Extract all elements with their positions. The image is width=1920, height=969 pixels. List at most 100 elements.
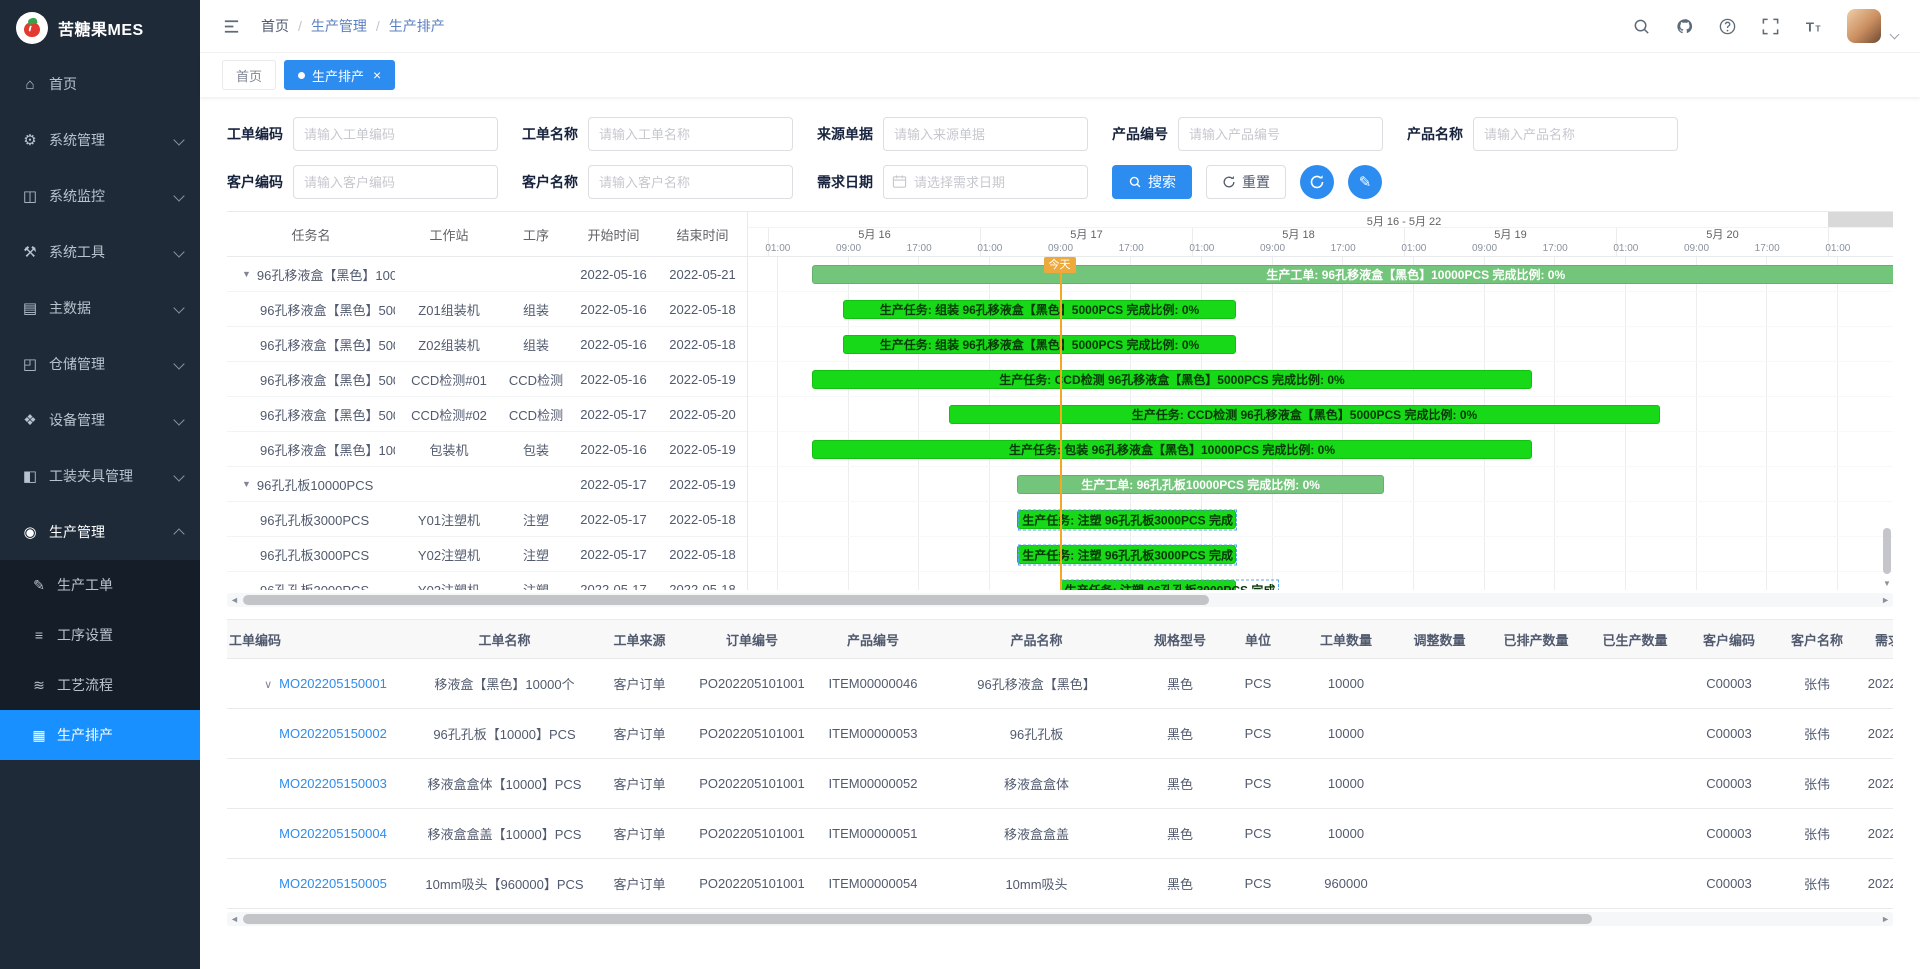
product-no-input[interactable] xyxy=(1178,117,1383,151)
task-bar[interactable]: 生产任务: 组装 96孔移液盒【黑色】5000PCS 完成比例: 0% xyxy=(843,300,1235,319)
sidebar-item-master-data[interactable]: ▤主数据 xyxy=(0,280,200,336)
tab-scheduling[interactable]: 生产排产 × xyxy=(284,60,395,90)
filter-label: 产品名称 xyxy=(1407,124,1463,144)
edit-button[interactable]: ✎ xyxy=(1348,165,1382,199)
sidebar-item-home[interactable]: ⌂首页 xyxy=(0,56,200,112)
breadcrumb-production[interactable]: 生产管理 xyxy=(311,16,367,36)
order-name-input[interactable] xyxy=(588,117,793,151)
table-row[interactable]: MO20220515000510mm吸头【960000】PCS客户订单PO202… xyxy=(227,859,1893,909)
gantt-task-row[interactable]: ▼96孔孔板10000PCS2022-05-172022-05-19 xyxy=(227,467,747,502)
demand-date-input[interactable] xyxy=(883,165,1088,199)
collapse-menu-icon[interactable] xyxy=(222,17,241,36)
sidebar-item-equipment[interactable]: ❖设备管理 xyxy=(0,392,200,448)
search-button[interactable]: 搜索 xyxy=(1112,165,1192,199)
order-code-link[interactable]: MO202205150005 xyxy=(279,876,387,891)
customer-name-cell: 张伟 xyxy=(1773,759,1861,809)
product-name-input[interactable] xyxy=(1473,117,1678,151)
order-code-link[interactable]: MO202205150003 xyxy=(279,776,387,791)
breadcrumb-home[interactable]: 首页 xyxy=(261,16,289,36)
workorder-bar[interactable]: 生产工单: 96孔移液盒【黑色】10000PCS 完成比例: 0% xyxy=(812,265,1893,284)
scrollbar-thumb[interactable] xyxy=(243,595,1209,605)
app-logo[interactable]: 苦糖果MES xyxy=(0,0,200,56)
github-icon[interactable] xyxy=(1675,17,1694,36)
scroll-down-icon[interactable]: ▼ xyxy=(1882,579,1892,588)
customer-code-input[interactable] xyxy=(293,165,498,199)
orders-horizontal-scrollbar[interactable]: ◄ ► xyxy=(227,912,1893,926)
gantt-timeline-row: 生产任务: CCD检测 96孔移液盒【黑色】5000PCS 完成比例: 0% xyxy=(748,362,1893,397)
sidebar-item-production[interactable]: ◉生产管理 xyxy=(0,504,200,560)
timeline-hour-label: 01:00 xyxy=(1825,243,1850,254)
gantt-task-row[interactable]: 96孔移液盒【黑色】10000PCS包装机包装2022-05-162022-05… xyxy=(227,432,747,467)
task-bar[interactable]: 生产任务: 注塑 96孔孔板3000PCS 完成 xyxy=(1060,580,1236,590)
sidebar-item-work-order[interactable]: ✎生产工单 xyxy=(0,560,200,610)
filter-label: 需求日期 xyxy=(817,172,873,192)
scrollbar-thumb[interactable] xyxy=(243,914,1592,924)
reset-button-label: 重置 xyxy=(1242,172,1270,192)
close-icon[interactable]: × xyxy=(373,68,381,82)
chevron-down-icon[interactable]: ▼ xyxy=(242,479,251,489)
gantt-task-row[interactable]: 96孔移液盒【黑色】5000PCSCCD检测#01CCD检测2022-05-16… xyxy=(227,362,747,397)
order-code-input[interactable] xyxy=(293,117,498,151)
chevron-down-icon[interactable]: ∨ xyxy=(257,678,279,691)
sidebar-item-process-flow[interactable]: ≋工艺流程 xyxy=(0,660,200,710)
sidebar-item-system-tools[interactable]: ⚒系统工具 xyxy=(0,224,200,280)
task-bar[interactable]: 生产任务: CCD检测 96孔移液盒【黑色】5000PCS 完成比例: 0% xyxy=(812,370,1533,389)
fullscreen-icon[interactable] xyxy=(1761,17,1780,36)
source-doc-input[interactable] xyxy=(883,117,1088,151)
task-bar[interactable]: 生产任务: 组装 96孔移液盒【黑色】5000PCS 完成比例: 0% xyxy=(843,335,1235,354)
task-bar[interactable]: 生产任务: 包装 96孔移液盒【黑色】10000PCS 完成比例: 0% xyxy=(812,440,1533,459)
gantt-task-row[interactable]: 96孔移液盒【黑色】5000PCSZ01组装机组装2022-05-162022-… xyxy=(227,292,747,327)
sidebar-item-process-settings[interactable]: ≡工序设置 xyxy=(0,610,200,660)
order-code-link[interactable]: MO202205150004 xyxy=(279,826,387,841)
table-row[interactable]: MO20220515000296孔孔板【10000】PCS客户订单PO20220… xyxy=(227,709,1893,759)
start-time-cell: 2022-05-16 xyxy=(569,267,658,282)
gantt-vertical-scrollbar[interactable]: ▼ xyxy=(1882,258,1892,588)
scroll-left-icon[interactable]: ◄ xyxy=(230,595,239,605)
column-header: 工单名称 xyxy=(417,620,592,659)
table-row[interactable]: ∨MO202205150001移液盒【黑色】10000个客户订单PO202205… xyxy=(227,659,1893,709)
task-bar[interactable]: 生产任务: 注塑 96孔孔板3000PCS 完成 xyxy=(1017,510,1235,529)
timeline-hour-label: 09:00 xyxy=(1472,243,1497,254)
help-icon[interactable] xyxy=(1718,17,1737,36)
order-code-link[interactable]: MO202205150001 xyxy=(279,676,387,691)
sidebar-item-system-monitor[interactable]: ◫系统监控 xyxy=(0,168,200,224)
workorder-bar[interactable]: 生产工单: 96孔孔板10000PCS 完成比例: 0% xyxy=(1017,475,1384,494)
reset-button[interactable]: 重置 xyxy=(1206,165,1286,199)
task-bar[interactable]: 生产任务: 注塑 96孔孔板3000PCS 完成 xyxy=(1017,545,1235,564)
font-size-icon[interactable]: TT xyxy=(1804,17,1823,36)
table-row[interactable]: MO202205150003移液盒盒体【10000】PCS客户订单PO20220… xyxy=(227,759,1893,809)
breadcrumb-scheduling[interactable]: 生产排产 xyxy=(389,16,445,36)
sidebar-item-system-admin[interactable]: ⚙系统管理 xyxy=(0,112,200,168)
gantt-task-row[interactable]: ▼96孔移液盒【黑色】10000PCS2022-05-162022-05-21 xyxy=(227,257,747,292)
scroll-left-icon[interactable]: ◄ xyxy=(230,914,239,924)
filter-field-order-name: 工单名称 xyxy=(522,117,793,151)
search-icon[interactable] xyxy=(1632,17,1651,36)
avatar-dropdown-icon[interactable] xyxy=(1890,29,1900,39)
gantt-task-row[interactable]: 96孔移液盒【黑色】5000PCSCCD检测#02CCD检测2022-05-17… xyxy=(227,397,747,432)
order-code-link[interactable]: MO202205150002 xyxy=(279,726,387,741)
scroll-right-icon[interactable]: ► xyxy=(1881,914,1890,924)
table-row[interactable]: MO202205150004移液盒盒盖【10000】PCS客户订单PO20220… xyxy=(227,809,1893,859)
customer-name-cell: 张伟 xyxy=(1773,659,1861,709)
gantt-task-row[interactable]: 96孔移液盒【黑色】5000PCSZ02组装机组装2022-05-162022-… xyxy=(227,327,747,362)
tab-home[interactable]: 首页 xyxy=(222,60,276,90)
orders-table: 工单编码工单名称工单来源订单编号产品编号产品名称规格型号单位工单数量调整数量已排… xyxy=(227,620,1893,909)
sidebar-item-scheduling[interactable]: ▦生产排产 xyxy=(0,710,200,760)
sidebar-item-fixture[interactable]: ◧工装夹具管理 xyxy=(0,448,200,504)
gantt-horizontal-scrollbar[interactable]: ◄ ► xyxy=(227,593,1893,607)
filter-field-demand-date: 需求日期 xyxy=(817,165,1088,199)
task-bar[interactable]: 生产任务: CCD检测 96孔移液盒【黑色】5000PCS 完成比例: 0% xyxy=(949,405,1659,424)
gantt-task-name-cell: ▼96孔移液盒【黑色】10000PCS xyxy=(227,265,395,284)
gantt-task-row[interactable]: 96孔孔板3000PCSY03注塑机注塑2022-05-172022-05-18 xyxy=(227,572,747,590)
scroll-right-icon[interactable]: ► xyxy=(1881,595,1890,605)
refresh-button[interactable] xyxy=(1300,165,1334,199)
gantt-task-row[interactable]: 96孔孔板3000PCSY01注塑机注塑2022-05-172022-05-18 xyxy=(227,502,747,537)
user-avatar[interactable] xyxy=(1847,9,1881,43)
scrollbar-thumb[interactable] xyxy=(1883,528,1891,574)
today-badge: 今天 xyxy=(1044,257,1076,273)
sidebar-item-warehouse[interactable]: ◰仓储管理 xyxy=(0,336,200,392)
customer-name-input[interactable] xyxy=(588,165,793,199)
gantt-task-row[interactable]: 96孔孔板3000PCSY02注塑机注塑2022-05-172022-05-18 xyxy=(227,537,747,572)
end-time-cell: 2022-05-18 xyxy=(658,337,747,352)
chevron-down-icon[interactable]: ▼ xyxy=(242,269,251,279)
